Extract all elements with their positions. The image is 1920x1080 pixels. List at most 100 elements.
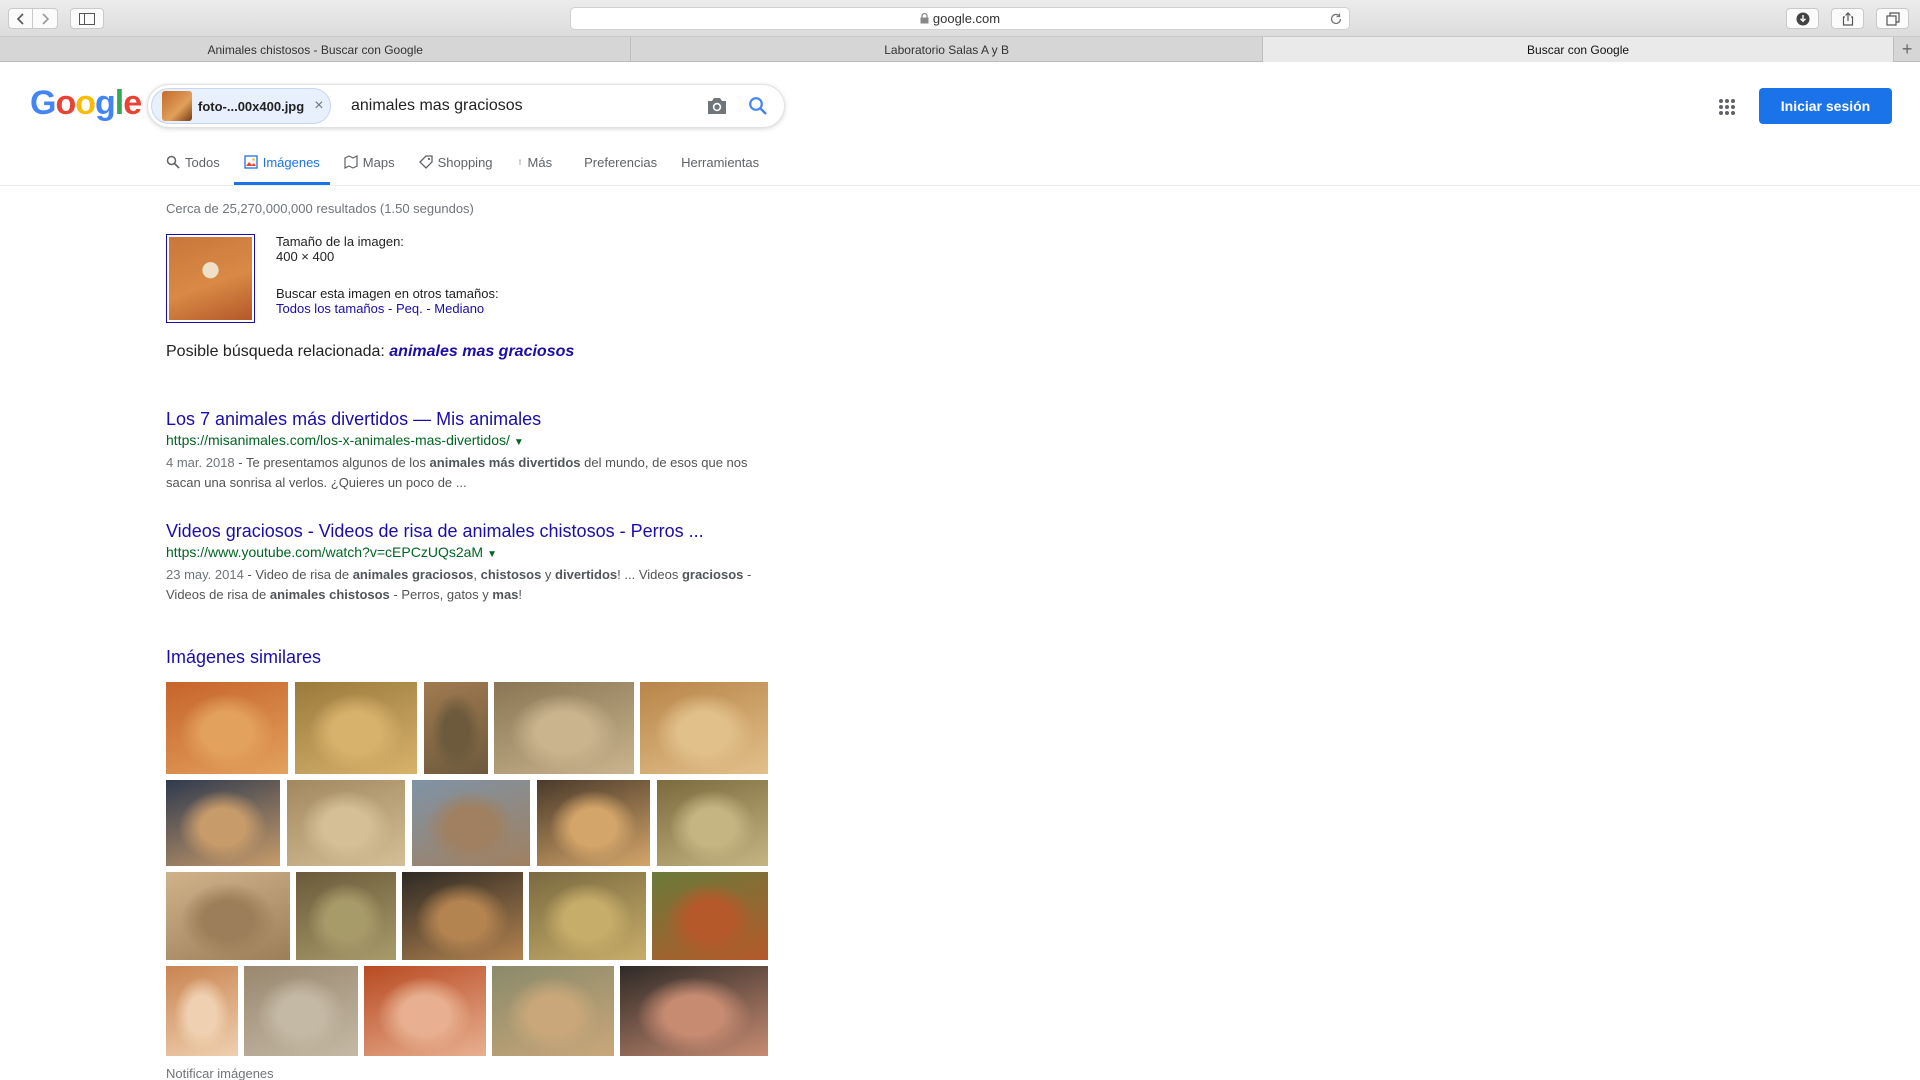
result-title-link[interactable]: Videos graciosos - Videos de risa de ani…: [166, 520, 766, 542]
image-icon: [244, 155, 258, 169]
similar-image-thumbnail[interactable]: [287, 780, 405, 866]
similar-image-thumbnail[interactable]: [364, 966, 486, 1056]
logo-letter: o: [75, 84, 96, 122]
image-size-value: 400 × 400: [276, 249, 335, 264]
query-image[interactable]: [166, 234, 255, 323]
result-snippet: 4 mar. 2018 - Te presentamos algunos de …: [166, 453, 766, 493]
back-button[interactable]: [8, 8, 33, 29]
reload-icon[interactable]: [1329, 12, 1343, 26]
snippet-text: ! ... Videos: [617, 567, 682, 582]
similar-image-thumbnail[interactable]: [166, 966, 238, 1056]
report-images-link[interactable]: Notificar imágenes: [166, 1066, 274, 1080]
similar-image-thumbnail[interactable]: [492, 966, 614, 1056]
snippet-text: - Video de risa de: [243, 567, 353, 582]
tab-shopping[interactable]: Shopping: [418, 146, 493, 178]
search-icon[interactable]: [748, 96, 768, 116]
similar-image-thumbnail[interactable]: [296, 872, 396, 960]
snippet-text: animales graciosos: [352, 567, 474, 582]
similar-image-thumbnail[interactable]: [402, 872, 523, 960]
tab-label: Todos: [185, 154, 220, 170]
similar-image-thumbnail[interactable]: [166, 780, 280, 866]
similar-image-thumbnail[interactable]: [244, 966, 358, 1056]
tab-bar: Animales chistosos - Buscar con Google L…: [0, 37, 1920, 62]
result-url: https://misanimales.com/los-x-animales-m…: [166, 430, 766, 453]
map-icon: [344, 155, 358, 169]
snippet-text: ,: [473, 567, 481, 582]
result-url-text: https://www.youtube.com/watch?v=cEPCzUQs…: [166, 544, 484, 560]
dropdown-arrow-icon[interactable]: ▼: [487, 549, 497, 560]
camera-icon[interactable]: [706, 96, 728, 116]
similar-image-thumbnail[interactable]: [412, 780, 530, 866]
tab-imagenes[interactable]: Imágenes: [233, 146, 330, 185]
size-link-all[interactable]: Todos los tamaños: [276, 301, 384, 316]
google-logo[interactable]: Google: [30, 84, 142, 123]
snippet-text: mas: [492, 587, 519, 602]
tab-todos[interactable]: Todos: [166, 146, 220, 178]
similar-image-thumbnail[interactable]: [620, 966, 768, 1056]
header-divider: [0, 185, 1920, 186]
similar-image-thumbnail[interactable]: [295, 682, 417, 774]
apps-grid-icon[interactable]: [1718, 98, 1736, 116]
similar-image-thumbnail[interactable]: [652, 872, 768, 960]
similar-image-thumbnail[interactable]: [537, 780, 650, 866]
similar-image-thumbnail[interactable]: [424, 682, 488, 774]
result-url-text: https://misanimales.com/los-x-animales-m…: [166, 432, 510, 448]
similar-image-thumbnail[interactable]: [657, 780, 768, 866]
related-search-link[interactable]: animales mas graciosos: [389, 343, 574, 360]
similar-images-heading[interactable]: Imágenes similares: [166, 647, 321, 668]
similar-image-thumbnail[interactable]: [529, 872, 646, 960]
share-button[interactable]: [1831, 8, 1864, 29]
address-text: google.com: [932, 11, 1001, 26]
similar-image-thumbnail[interactable]: [166, 872, 290, 960]
snippet-text: animales más divertidos: [429, 455, 581, 470]
other-sizes-label: Buscar esta imagen en otros tamaños:: [276, 286, 499, 301]
tab-mas[interactable]: Más: [517, 146, 553, 178]
tab-laboratorio[interactable]: Laboratorio Salas A y B: [631, 37, 1263, 62]
dropdown-arrow-icon[interactable]: ▼: [514, 437, 524, 448]
tabs-overview-button[interactable]: [1876, 8, 1909, 29]
result-url: https://www.youtube.com/watch?v=cEPCzUQs…: [166, 542, 766, 565]
related-label: Posible búsqueda relacionada:: [166, 343, 385, 360]
image-size-label: Tamaño de la imagen:: [276, 234, 404, 249]
search-result: Los 7 animales más divertidos — Mis anim…: [166, 408, 766, 493]
remove-image-button[interactable]: ×: [314, 97, 323, 115]
tab-label: Imágenes: [262, 154, 320, 170]
search-tabs: Todos Imágenes Maps Shopping Más Prefere…: [166, 146, 783, 186]
snippet-text: divertidos: [555, 567, 618, 582]
size-link-medium[interactable]: Mediano: [434, 301, 484, 316]
tab-buscar-con-google[interactable]: Buscar con Google: [1262, 37, 1895, 62]
query-image-info: Tamaño de la imagen: 400 × 400 Buscar es…: [166, 234, 499, 323]
new-tab-button[interactable]: +: [1894, 37, 1920, 62]
snippet-text: chistosos: [480, 567, 542, 582]
tab-preferencias[interactable]: Preferencias: [584, 146, 657, 178]
address-bar[interactable]: google.com: [570, 7, 1350, 30]
size-link-small[interactable]: Peq.: [396, 301, 423, 316]
similar-image-thumbnail[interactable]: [166, 682, 288, 774]
sign-in-button[interactable]: Iniciar sesión: [1759, 88, 1892, 124]
snippet-text: !: [518, 587, 523, 602]
result-date: 23 may. 2014: [166, 567, 244, 582]
related-search: Posible búsqueda relacionada: animales m…: [166, 343, 574, 361]
size-separator: -: [422, 301, 435, 316]
download-icon: [1796, 12, 1809, 25]
search-box[interactable]: foto-...00x400.jpg × animales mas gracio…: [147, 84, 785, 128]
search-input[interactable]: animales mas graciosos: [351, 97, 523, 115]
share-icon: [1842, 11, 1853, 26]
result-date: 4 mar. 2018: [166, 455, 235, 470]
downloads-button[interactable]: [1786, 8, 1819, 29]
similar-image-thumbnail[interactable]: [640, 682, 768, 774]
tab-label: Más: [527, 154, 553, 170]
forward-button[interactable]: [33, 8, 58, 29]
chevron-left-icon: [16, 12, 24, 25]
tab-maps[interactable]: Maps: [344, 146, 395, 178]
logo-letter: o: [55, 84, 76, 122]
snippet-text: - Te presentamos algunos de los: [234, 455, 430, 470]
image-query-chip[interactable]: foto-...00x400.jpg ×: [151, 88, 331, 124]
tab-animales-chistosos[interactable]: Animales chistosos - Buscar con Google: [0, 37, 632, 62]
query-image-filename: foto-...00x400.jpg: [198, 98, 305, 114]
tab-herramientas[interactable]: Herramientas: [681, 146, 759, 178]
tabs-icon: [1885, 11, 1900, 26]
similar-image-thumbnail[interactable]: [494, 682, 634, 774]
sidebar-toggle-button[interactable]: [70, 8, 104, 29]
result-title-link[interactable]: Los 7 animales más divertidos — Mis anim…: [166, 408, 766, 430]
